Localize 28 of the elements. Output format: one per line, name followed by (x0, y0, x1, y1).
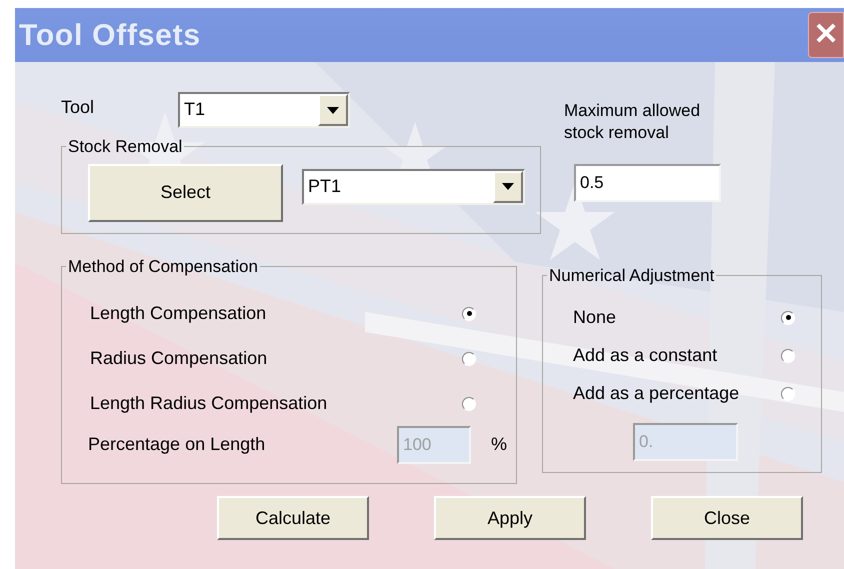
push-button[interactable]: Apply (434, 496, 586, 540)
radio-label: Length Radius Compensation (90, 392, 328, 415)
dropdown[interactable]: PT1 (302, 168, 525, 204)
radio-label: Length Compensation (90, 302, 266, 325)
group-title: Stock Removal (67, 136, 184, 158)
push-button[interactable]: Calculate (217, 496, 369, 540)
dropdown[interactable]: T1 (178, 92, 350, 128)
caret-icon (502, 183, 514, 190)
caret-icon (327, 106, 339, 114)
input-field[interactable]: 0.5 (574, 164, 721, 202)
field-label: Tool (61, 96, 96, 119)
field-label: Percentage on Length (88, 433, 266, 456)
unit-label: % (491, 433, 508, 456)
push-button[interactable]: Select (88, 164, 283, 222)
window-title: Tool Offsets (18, 18, 201, 54)
field-label: Maximum allowed stock removal (564, 100, 702, 144)
dropdown-value: PT1 (307, 174, 342, 198)
radio-label: Radius Compensation (90, 347, 268, 370)
radio-label: Add as a percentage (573, 382, 740, 405)
group-title: Numerical Adjustment (548, 265, 716, 287)
group-title: Method of Compensation (67, 256, 259, 278)
push-button[interactable]: Close (651, 496, 803, 540)
radio-label: Add as a constant (573, 344, 718, 367)
dropdown-arrow-button[interactable] (318, 94, 348, 126)
close-button[interactable]: ✕ (808, 12, 844, 58)
dropdown-arrow-button[interactable] (493, 170, 523, 202)
radio-label: None (573, 306, 616, 329)
dropdown-value: T1 (183, 98, 206, 121)
